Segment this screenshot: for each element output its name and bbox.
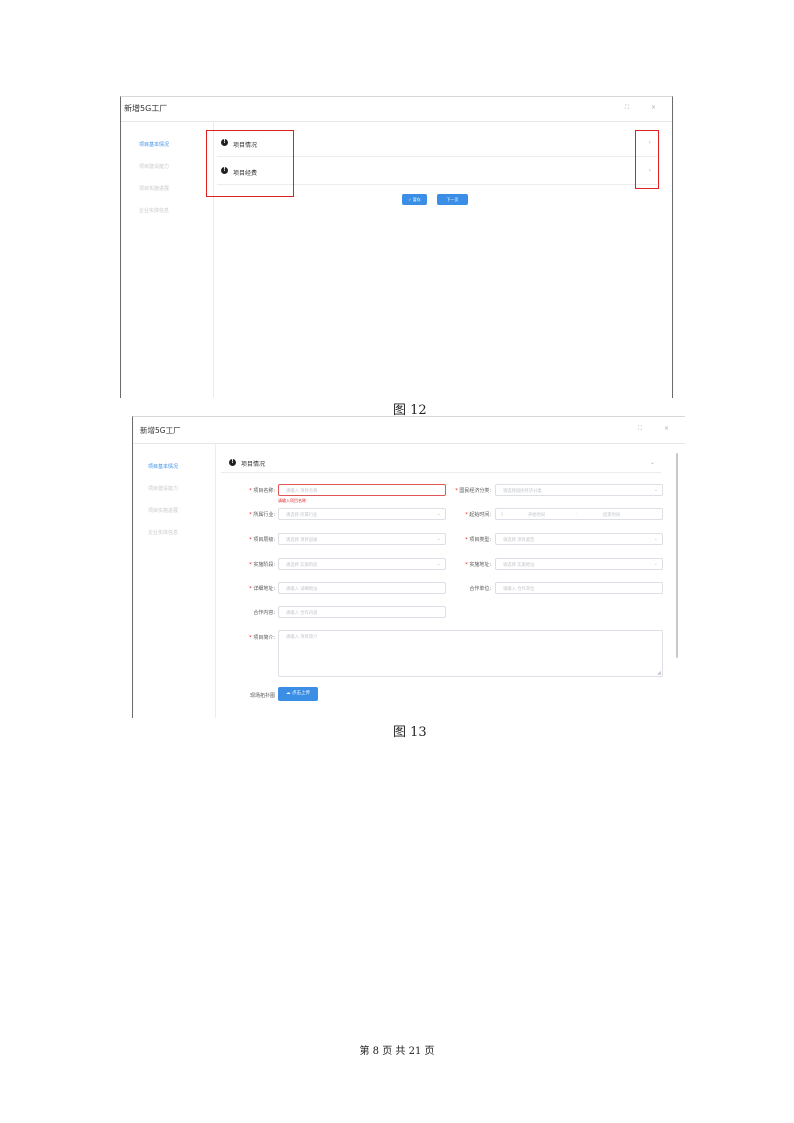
label-type: * 项目类型: <box>465 537 491 543</box>
window-control-icons[interactable]: ⛶ × <box>638 425 679 433</box>
label-location: * 实施地址: <box>465 562 491 568</box>
chevron-down-icon[interactable]: ⌄ <box>650 459 655 466</box>
chevron-down-icon: ⌄ <box>653 561 658 567</box>
sidebar-item-enterprise[interactable]: 企业实体信息 <box>148 529 178 536</box>
sidebar-item-progress[interactable]: 项目实施进展 <box>148 507 178 514</box>
level-select[interactable]: 请选择 项目层级 ⌄ <box>278 533 446 545</box>
figure-13-caption: 图 13 <box>393 725 427 740</box>
dialog-titlebar: 新增5G工厂 ⛶ × <box>121 97 672 122</box>
highlight-box-chevrons <box>635 130 659 189</box>
window-control-icons[interactable]: ⛶ × <box>625 104 666 112</box>
dialog-title: 新增5G工厂 <box>140 426 181 435</box>
label-partner: 合作单位: <box>469 586 491 592</box>
label-time-range: * 起始时间: <box>465 512 491 518</box>
save-draft-button[interactable]: ✓ 暂存 <box>402 194 427 205</box>
intro-textarea[interactable]: 请输入 项目简介 ◢ <box>278 630 663 677</box>
sidebar-item-capability[interactable]: 项目建设能力 <box>139 163 169 170</box>
date-range-picker[interactable]: ▯ 开始时间 - 结束时间 <box>495 508 663 520</box>
figure-12-screenshot: 新增5G工厂 ⛶ × 项目基本情况 项目建设能力 项目实施进展 企业实体信息 !… <box>120 96 673 398</box>
type-select[interactable]: 请选择 项目类型 ⌄ <box>495 533 663 545</box>
label-topology: 现场拓扑图 <box>249 693 275 699</box>
sidebar-item-basic[interactable]: 项目基本情况 <box>148 463 178 470</box>
label-address: * 详细地址: <box>249 586 275 592</box>
scrollbar[interactable] <box>676 453 678 658</box>
sidebar-item-capability[interactable]: 项目建设能力 <box>148 485 178 492</box>
calendar-icon: ▯ <box>501 512 504 517</box>
chevron-down-icon: ⌄ <box>653 487 658 493</box>
partner-input[interactable]: 请输入 合作单位 <box>495 582 663 594</box>
industry-select[interactable]: 请选择 所属行业 ⌄ <box>278 508 446 520</box>
dialog-titlebar: 新增5G工厂 ⛶ × <box>133 417 685 444</box>
highlight-box-sections <box>206 130 294 197</box>
stage-select[interactable]: 请选择 实施阶段 ⌄ <box>278 558 446 570</box>
sidebar-item-progress[interactable]: 项目实施进展 <box>139 185 169 192</box>
step-sidebar: 项目基本情况 项目建设能力 项目实施进展 企业实体信息 <box>133 443 216 718</box>
resize-handle-icon: ◢ <box>657 670 661 676</box>
econ-class-select[interactable]: 请选择国民经济分类 ⌄ <box>495 484 663 496</box>
address-input[interactable]: 请输入 详细地址 <box>278 582 446 594</box>
project-name-error: 请输入项目名称 <box>278 498 306 503</box>
sidebar-item-enterprise[interactable]: 企业实体信息 <box>139 207 169 214</box>
section-label: 项目情况 <box>241 461 266 468</box>
label-stage: * 实施阶段: <box>249 562 275 568</box>
label-industry: * 所属行业: <box>249 512 275 518</box>
label-project-name: * 项目名称: <box>249 488 275 494</box>
dialog-title: 新增5G工厂 <box>124 104 168 113</box>
step-sidebar: 项目基本情况 项目建设能力 项目实施进展 企业实体信息 <box>121 121 214 398</box>
figure-13-screenshot: 新增5G工厂 ⛶ × 项目基本情况 项目建设能力 项目实施进展 企业实体信息 !… <box>132 416 685 718</box>
info-icon: ! <box>229 459 236 466</box>
location-select[interactable]: 请选择 实施地址 ⌄ <box>495 558 663 570</box>
label-intro: * 项目简介: <box>249 635 275 641</box>
coop-input[interactable]: 请输入 合作内容 <box>278 606 446 618</box>
next-page-button[interactable]: 下一页 <box>437 194 468 205</box>
upload-button[interactable]: ☁ 点击上传 <box>278 687 318 701</box>
label-econ-class: * 国民经济分类: <box>455 488 491 494</box>
chevron-down-icon: ⌄ <box>653 536 658 542</box>
section-header-project-info[interactable]: ! 项目情况 ⌄ <box>221 454 661 473</box>
sidebar-item-basic[interactable]: 项目基本情况 <box>139 141 169 148</box>
page-footer: 第 8 页 共 21 页 <box>359 1046 435 1057</box>
project-name-input[interactable]: 请输入 项目名称 <box>278 484 446 496</box>
label-coop: 合作内容: <box>253 610 275 616</box>
label-level: * 项目层级: <box>249 537 275 543</box>
